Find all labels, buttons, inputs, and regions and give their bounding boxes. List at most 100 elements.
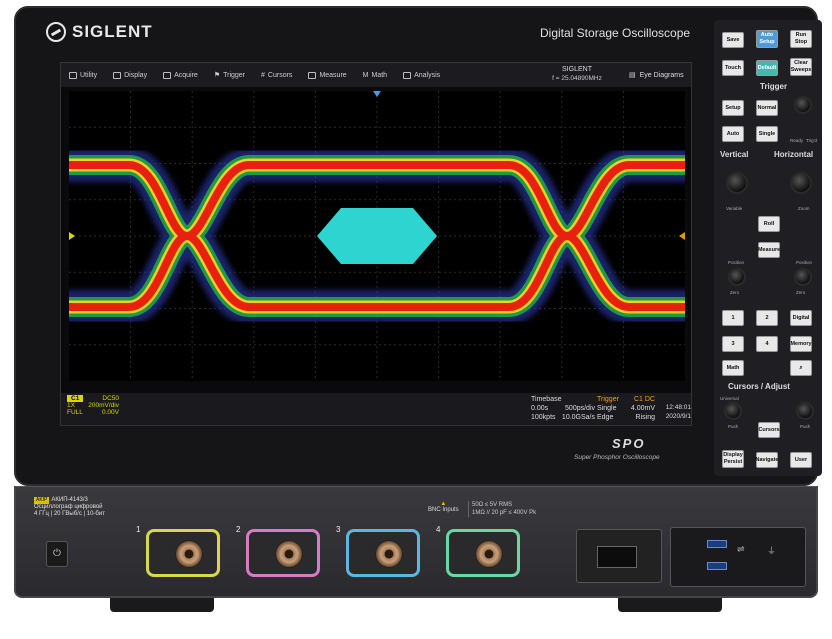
clear-sweeps-button[interactable]: Clear Sweeps: [790, 58, 812, 76]
vertical-scale-knob[interactable]: [726, 172, 748, 194]
vertical-position-knob[interactable]: [728, 268, 746, 286]
horizontal-scale-knob[interactable]: [790, 172, 812, 194]
timebase-delay: 0.00s: [531, 405, 549, 412]
user-button[interactable]: User: [790, 452, 812, 468]
bnc-connector-3[interactable]: [375, 540, 403, 568]
spo-subtitle: Super Phosphor Oscilloscope: [574, 454, 660, 461]
timebase-label: Timebase: [531, 396, 562, 403]
touch-button[interactable]: Touch: [722, 60, 744, 76]
model-label: AKIP АКИП-4143/3 Осциллограф цифровой 4 Г…: [34, 497, 105, 518]
bnc-title: BNC Inputs: [428, 507, 459, 513]
clock-date: 2020/9/1: [665, 413, 691, 420]
default-button[interactable]: Default: [756, 60, 778, 76]
trigger-source: C1 DC: [633, 396, 655, 403]
vertical-zero-label: Zero: [730, 290, 740, 295]
usb-panel: ⇌ ⏚: [670, 527, 806, 587]
channel1-coupling: DC50: [102, 395, 119, 402]
power-button[interactable]: ⏻: [46, 541, 68, 567]
front-connector-panel: AKIP АКИП-4143/3 Осциллограф цифровой 4 Г…: [14, 486, 818, 598]
channel4-button[interactable]: 4: [756, 336, 778, 352]
channel1-button[interactable]: 1: [722, 310, 744, 326]
menu-acquire-label: Acquire: [174, 71, 198, 79]
model-title: Digital Storage Oscilloscope: [540, 26, 691, 40]
trigger-level-knob[interactable]: [794, 96, 812, 114]
screen-brand-box: SIGLENT f = 25.04890MHz: [531, 65, 623, 85]
bnc-spec-50ohm: 50Ω ≤ 5V RMS: [472, 502, 513, 508]
bnc-input-4[interactable]: [446, 529, 520, 577]
math-button[interactable]: Math: [722, 360, 744, 376]
search-button[interactable]: ⌕: [790, 360, 812, 376]
probe-port[interactable]: [597, 546, 637, 568]
bnc-input-1[interactable]: [146, 529, 220, 577]
trigger-section-label: Trigger: [760, 82, 788, 91]
control-panel: Save Auto Setup Run Stop Touch Default C…: [714, 20, 822, 476]
bnc-spec-1mohm: 1MΩ // 20 pF ≤ 400V Pk: [472, 510, 537, 516]
bnc-connector-4[interactable]: [475, 540, 503, 568]
channel1-info[interactable]: C1 DC50 1X 200mV/div FULL 0.00V: [67, 395, 119, 425]
menu-cursors[interactable]: # Cursors: [253, 63, 300, 87]
menu-math-label: Math: [371, 71, 388, 79]
display-persist-button[interactable]: Display Persist: [722, 450, 744, 468]
bnc-connector-2[interactable]: [275, 540, 303, 568]
channel2-button[interactable]: 2: [756, 310, 778, 326]
waveform-plot[interactable]: [69, 91, 685, 381]
navigate-button[interactable]: Navigate: [756, 452, 778, 468]
roll-button[interactable]: Roll: [758, 216, 780, 232]
cursors-adjust-section-label: Cursors / Adjust: [728, 382, 790, 391]
bnc-connector-1[interactable]: [175, 540, 203, 568]
trigger-auto-button[interactable]: Auto: [722, 126, 744, 142]
menu-analysis-label: Analysis: [414, 71, 441, 79]
eye-diagram-icon: ▤: [629, 72, 636, 79]
menu-math[interactable]: M Math: [355, 63, 395, 87]
timebase-info[interactable]: Timebase 0.00s 500ps/div 100kpts 10.0GSa/s: [531, 395, 595, 422]
trigger-single-button[interactable]: Single: [756, 126, 778, 142]
cursors-button[interactable]: Cursors: [758, 422, 780, 438]
universal-label: Universal: [720, 396, 739, 401]
eye-mask: [317, 208, 437, 264]
menu-display[interactable]: Display: [105, 63, 155, 87]
horizontal-position-knob[interactable]: [794, 268, 812, 286]
bnc3-number: 3: [336, 525, 341, 534]
bnc-input-3[interactable]: [346, 529, 420, 577]
bnc-warning: ▲ BNC Inputs: [428, 501, 459, 513]
menu-trigger[interactable]: ⚑ Trigger: [206, 63, 253, 87]
bnc4-number: 4: [436, 525, 441, 534]
menu-analysis[interactable]: Analysis: [395, 63, 448, 87]
trigger-flag-icon: ⚑: [213, 72, 221, 79]
probe-port-area: [576, 529, 662, 583]
auto-setup-button[interactable]: Auto Setup: [756, 30, 778, 48]
usb-port-2[interactable]: [707, 562, 727, 570]
trigger-info[interactable]: Trigger C1 DC Single 4.00mV Edge Rising: [597, 395, 655, 422]
math-icon: M: [362, 71, 369, 79]
bnc-input-2[interactable]: [246, 529, 320, 577]
frequency-readout: f = 25.04890MHz: [552, 75, 602, 82]
menu-measure-label: Measure: [319, 71, 347, 79]
eye-diagrams-tab[interactable]: ▤ Eye Diagrams: [629, 63, 684, 87]
universal-knob[interactable]: [724, 402, 742, 420]
measure-button[interactable]: Measure: [758, 242, 780, 258]
timebase-memory: 100kpts: [531, 414, 556, 421]
menu-acquire[interactable]: Acquire: [155, 63, 206, 87]
akip-badge-icon: AKIP: [34, 497, 50, 504]
menu-measure[interactable]: Measure: [300, 63, 354, 87]
channel3-button[interactable]: 3: [722, 336, 744, 352]
trigd-label: Trig'd: [806, 138, 817, 143]
display-screen[interactable]: Utility Display Acquire ⚑ Trigger # Cursor…: [60, 62, 692, 426]
usb-port-1[interactable]: [707, 540, 727, 548]
display-icon: [113, 71, 122, 79]
horizontal-section-label: Horizontal: [774, 150, 814, 159]
cursors-icon: #: [261, 71, 265, 79]
trigger-normal-button[interactable]: Normal: [756, 100, 778, 116]
run-stop-button[interactable]: Run Stop: [790, 30, 812, 48]
memory-button[interactable]: Memory: [790, 336, 812, 352]
bnc-spec: 50Ω ≤ 5V RMS 1MΩ // 20 pF ≤ 400V Pk: [468, 501, 536, 517]
adjust-knob[interactable]: [796, 402, 814, 420]
save-button[interactable]: Save: [722, 32, 744, 48]
trigger-label: Trigger: [597, 396, 619, 403]
trigger-setup-button[interactable]: Setup: [722, 100, 744, 116]
info-bar: C1 DC50 1X 200mV/div FULL 0.00V Timebase 0.…: [61, 393, 691, 425]
push-label-right: Push: [800, 424, 811, 429]
ready-label: Ready: [790, 138, 804, 143]
menu-utility[interactable]: Utility: [61, 63, 105, 87]
digital-button[interactable]: Digital: [790, 310, 812, 326]
